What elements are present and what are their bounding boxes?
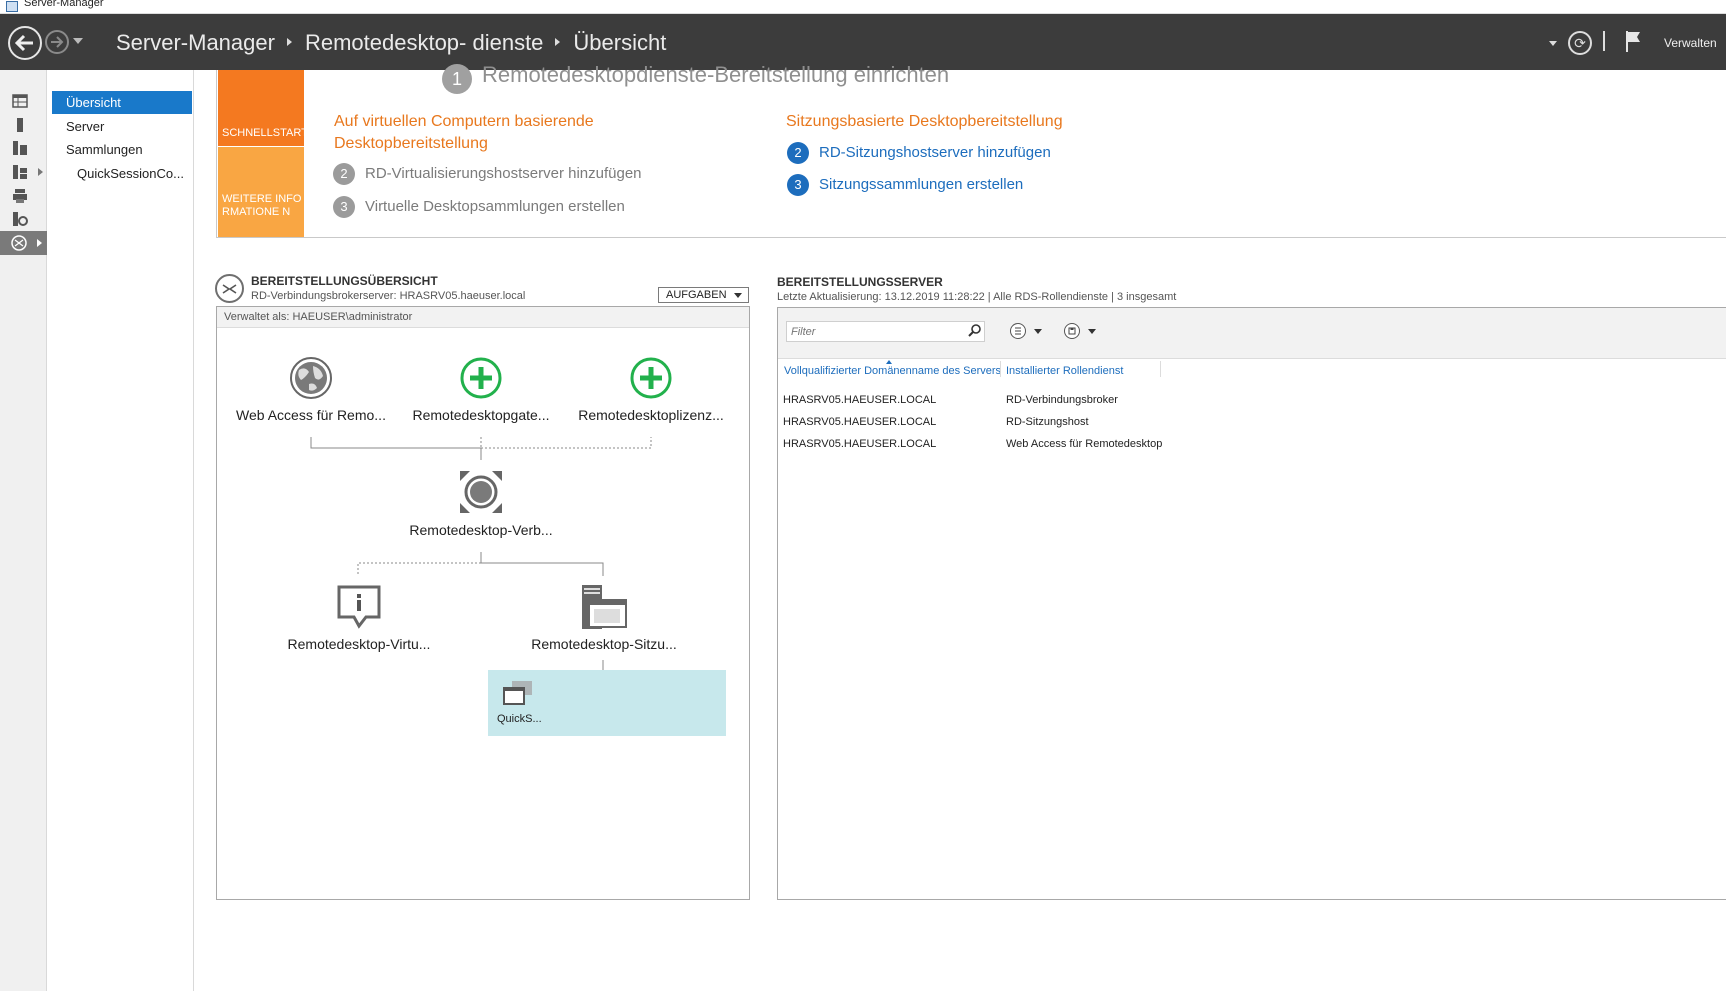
nav-item-collections[interactable]: Sammlungen xyxy=(52,138,192,161)
table-row-2-role[interactable]: RD-Sitzungshost xyxy=(1006,416,1089,428)
server-manager-icon xyxy=(6,1,18,12)
add-rd-virtualization-host-link[interactable]: RD-Virtualisierungshostserver hinzufügen xyxy=(365,165,642,182)
nav-item-overview[interactable]: Übersicht xyxy=(52,91,192,114)
last-update-text: Letzte Aktualisierung: 13.12.2019 11:28:… xyxy=(777,291,1177,303)
breadcrumb-separator-icon xyxy=(555,38,561,46)
collection-label: QuickS... xyxy=(497,713,542,725)
dashboard-icon[interactable] xyxy=(12,93,28,109)
notifications-flag-icon[interactable] xyxy=(1625,30,1641,52)
search-icon[interactable] xyxy=(968,324,981,337)
session-step-3-number: 3 xyxy=(787,174,809,196)
breadcrumb: Server-Manager Remotedesktop- dienste Üb… xyxy=(116,30,666,56)
forward-button[interactable] xyxy=(45,30,69,54)
node-session-host-label[interactable]: Remotedesktop-Sitzu... xyxy=(521,636,687,652)
chevron-down-icon[interactable] xyxy=(1088,329,1096,334)
create-virtual-desktop-collections-link[interactable]: Virtuelle Desktopsammlungen erstellen xyxy=(365,198,625,215)
info-bubble-icon[interactable] xyxy=(336,584,382,630)
node-gateway-label[interactable]: Remotedesktopgate... xyxy=(399,407,563,423)
collection-icon xyxy=(503,681,532,705)
refresh-icon[interactable]: ⟳ xyxy=(1568,31,1592,55)
back-arrow-icon xyxy=(14,34,33,52)
table-row-1-role[interactable]: RD-Verbindungsbroker xyxy=(1006,394,1118,406)
remote-desktop-services-nav[interactable] xyxy=(0,231,47,255)
column-divider[interactable] xyxy=(1160,361,1161,377)
add-rd-session-host-link[interactable]: RD-Sitzungshostserver hinzufügen xyxy=(819,144,1051,161)
local-server-icon[interactable] xyxy=(12,117,28,133)
chevron-down-icon xyxy=(734,293,742,298)
navigation-panel xyxy=(48,70,194,991)
step-1-number: 1 xyxy=(442,64,472,94)
table-row-3-role[interactable]: Web Access für Remotedesktop xyxy=(1006,438,1162,450)
back-button[interactable] xyxy=(8,26,42,60)
deployment-servers-title: BEREITSTELLUNGSSERVER xyxy=(777,275,943,289)
expand-arrow-icon xyxy=(37,239,42,247)
vm-step-3-number: 3 xyxy=(333,196,355,218)
tasks-dropdown[interactable]: AUFGABEN xyxy=(658,287,749,303)
table-row-3-fqdn[interactable]: HRASRV05.HAEUSER.LOCAL xyxy=(783,438,936,450)
icon-sidebar xyxy=(0,70,47,991)
sort-ascending-icon xyxy=(886,360,892,364)
create-session-collections-link[interactable]: Sitzungssammlungen erstellen xyxy=(819,176,1023,193)
chevron-down-icon[interactable] xyxy=(1034,329,1042,334)
vm-based-deployment-title: Auf virtuellen Computern basierende Desk… xyxy=(334,113,594,152)
breadcrumb-rds[interactable]: Remotedesktop- dienste xyxy=(305,30,543,56)
breadcrumb-overview: Übersicht xyxy=(573,30,667,55)
list-options-icon[interactable] xyxy=(1010,323,1026,339)
breadcrumb-separator-icon xyxy=(286,38,292,46)
learn-more-tile-label: WEITERE INFORMATIONE N xyxy=(222,193,302,218)
plus-circle-icon[interactable] xyxy=(629,356,673,400)
plus-circle-icon[interactable] xyxy=(459,356,503,400)
print-services-icon[interactable] xyxy=(12,188,28,204)
connection-broker-server: RD-Verbindungsbrokerserver: HRASRV05.hae… xyxy=(251,290,526,302)
file-services-icon[interactable] xyxy=(12,164,28,180)
header-dropdown-icon[interactable] xyxy=(1549,41,1557,46)
step-1-title: Remotedesktopdienste-Bereitstellung einr… xyxy=(482,62,950,87)
history-dropdown-icon[interactable] xyxy=(73,38,83,44)
all-servers-icon[interactable] xyxy=(12,140,28,156)
column-divider[interactable] xyxy=(1000,361,1001,377)
table-row-2-fqdn[interactable]: HRASRV05.HAEUSER.LOCAL xyxy=(783,416,936,428)
save-query-icon[interactable] xyxy=(1064,323,1080,339)
filter-input[interactable] xyxy=(786,321,985,342)
node-connection-broker-label[interactable]: Remotedesktop-Verb... xyxy=(399,522,563,538)
column-header-fqdn[interactable]: Vollqualifizierter Domänenname des Serve… xyxy=(784,365,1001,377)
iis-icon[interactable] xyxy=(12,211,28,227)
learn-more-tile[interactable]: WEITERE INFORMATIONE N xyxy=(218,147,304,237)
session-step-2-number: 2 xyxy=(787,142,809,164)
node-web-access-label[interactable]: Web Access für Remo... xyxy=(229,407,393,423)
vm-step-2-number: 2 xyxy=(333,163,355,185)
manage-menu[interactable]: Verwalten xyxy=(1664,36,1717,50)
node-licensing-label[interactable]: Remotedesktoplizenz... xyxy=(569,407,733,423)
broker-icon[interactable] xyxy=(458,469,504,515)
nav-item-quicksession-collection[interactable]: QuickSessionCo... xyxy=(52,162,192,185)
tasks-label: AUFGABEN xyxy=(666,289,727,301)
session-host-icon[interactable] xyxy=(580,584,628,630)
deployment-overview-icon xyxy=(215,274,244,303)
breadcrumb-server-manager[interactable]: Server-Manager xyxy=(116,30,275,56)
deployment-overview-title: BEREITSTELLUNGSÜBERSICHT xyxy=(251,274,438,288)
column-header-role-service[interactable]: Installierter Rollendienst xyxy=(1006,365,1123,377)
rds-icon xyxy=(11,235,27,251)
quickstart-tile-label: SCHNELLSTART xyxy=(222,127,308,139)
forward-arrow-icon xyxy=(51,36,64,48)
window-titlebar: Server-Manager xyxy=(0,0,1726,14)
expand-arrow-icon[interactable] xyxy=(38,168,43,176)
table-row-1-fqdn[interactable]: HRASRV05.HAEUSER.LOCAL xyxy=(783,394,936,406)
node-virtualization-host-label[interactable]: Remotedesktop-Virtu... xyxy=(276,636,442,652)
quickstart-tile[interactable]: SCHNELLSTART xyxy=(218,70,308,146)
header-divider xyxy=(1603,31,1605,51)
managed-as-text: Verwaltet als: HAEUSER\administrator xyxy=(217,307,749,328)
nav-item-servers[interactable]: Server xyxy=(52,115,192,138)
window-title: Server-Manager xyxy=(24,0,104,9)
session-based-deployment-title: Sitzungsbasierte Desktopbereitstellung xyxy=(786,113,1063,130)
globe-icon[interactable] xyxy=(289,356,333,400)
